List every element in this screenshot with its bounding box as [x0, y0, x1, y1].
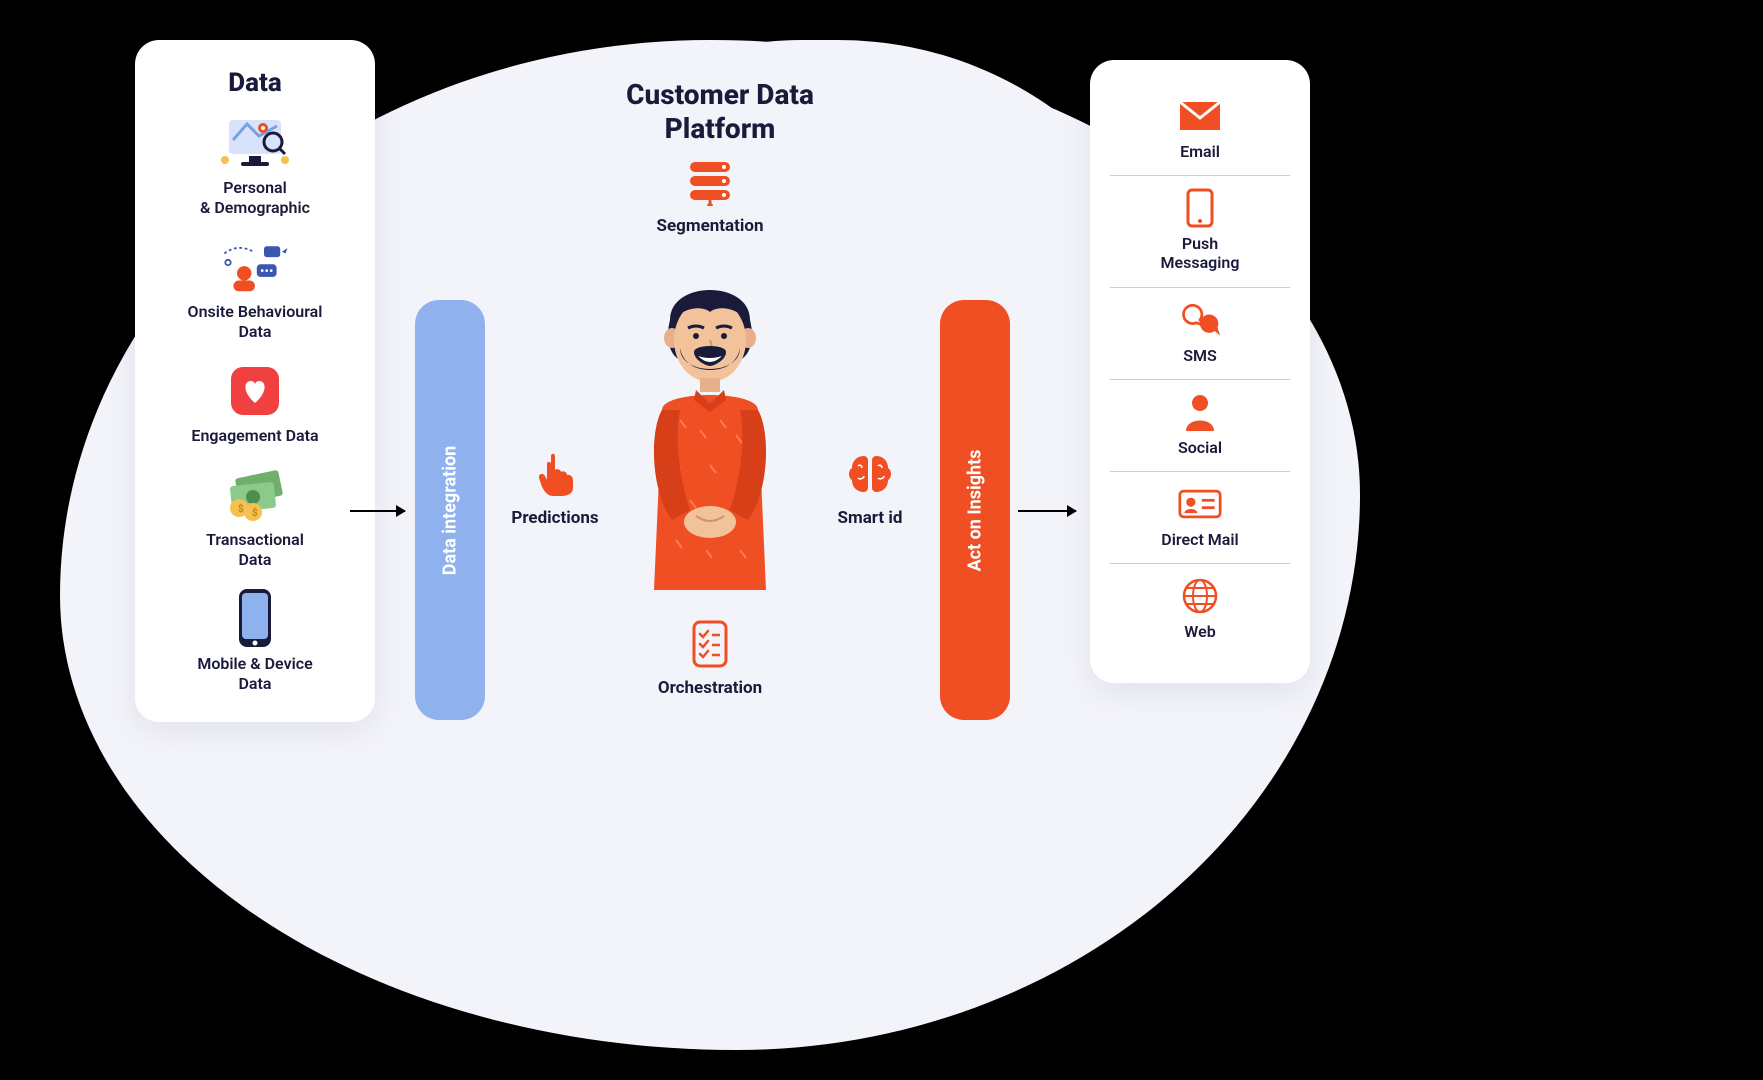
channel-label: Social — [1178, 438, 1222, 457]
heart-app-icon — [219, 364, 291, 418]
data-item-engagement: Engagement Data — [155, 364, 355, 446]
channel-label: SMS — [1183, 346, 1217, 365]
bar-label: Data integration — [440, 445, 461, 575]
channel-sms: SMS — [1110, 288, 1290, 380]
phone-icon — [219, 592, 291, 646]
person-icon — [1178, 394, 1222, 430]
channels-card: Email PushMessaging SMS Social — [1090, 60, 1310, 683]
arrow-right-icon — [1018, 510, 1076, 512]
node-label: Orchestration — [658, 678, 762, 698]
data-item-personal-demographic: Personal& Demographic — [155, 116, 355, 218]
chat-person-icon — [219, 240, 291, 294]
globe-icon — [1178, 578, 1222, 614]
checklist-icon — [682, 620, 738, 668]
diagram-canvas: Data Personal& Demographic — [0, 0, 1763, 1080]
channel-label: PushMessaging — [1161, 234, 1240, 272]
chat-bubbles-icon — [1178, 302, 1222, 338]
node-orchestration: Orchestration — [630, 620, 790, 698]
database-layers-icon — [682, 158, 738, 206]
node-label: Segmentation — [656, 216, 763, 236]
channel-label: Web — [1184, 622, 1215, 641]
act-on-insights-bar: Act on Insights — [940, 300, 1010, 720]
arrow-left-icon — [350, 510, 405, 512]
mobile-icon — [1178, 190, 1222, 226]
money-icon: $ $ — [219, 468, 291, 522]
node-segmentation: Segmentation — [630, 158, 790, 236]
data-item-label: Onsite BehaviouralData — [188, 302, 323, 342]
data-card-title: Data — [155, 68, 355, 98]
envelope-icon — [1178, 98, 1222, 134]
pointer-hand-icon — [527, 450, 583, 498]
bar-label: Act on Insights — [965, 449, 986, 571]
id-card-icon — [1178, 486, 1222, 522]
data-item-onsite-behavioural: Onsite BehaviouralData — [155, 240, 355, 342]
node-label: Smart id — [838, 508, 903, 528]
data-item-label: Mobile & DeviceData — [197, 654, 312, 694]
node-smart-id: Smart id — [790, 450, 950, 528]
data-item-label: Engagement Data — [191, 426, 318, 446]
channel-label: Email — [1180, 142, 1220, 161]
data-item-transactional: $ $ TransactionalData — [155, 468, 355, 570]
center-title: Customer DataPlatform — [520, 78, 920, 145]
channel-push: PushMessaging — [1110, 176, 1290, 287]
channel-label: Direct Mail — [1161, 530, 1238, 549]
channel-direct-mail: Direct Mail — [1110, 472, 1290, 564]
data-item-label: TransactionalData — [206, 530, 304, 570]
channel-email: Email — [1110, 84, 1290, 176]
node-label: Predictions — [511, 508, 598, 528]
brain-icon — [842, 450, 898, 498]
channel-web: Web — [1110, 564, 1290, 655]
data-item-mobile-device: Mobile & DeviceData — [155, 592, 355, 694]
data-sources-card: Data Personal& Demographic — [135, 40, 375, 722]
map-pin-monitor-icon — [219, 116, 291, 170]
data-item-label: Personal& Demographic — [200, 178, 310, 218]
svg-text:$: $ — [238, 502, 244, 515]
svg-text:$: $ — [252, 506, 258, 519]
person-illustration — [610, 260, 810, 590]
channel-social: Social — [1110, 380, 1290, 472]
